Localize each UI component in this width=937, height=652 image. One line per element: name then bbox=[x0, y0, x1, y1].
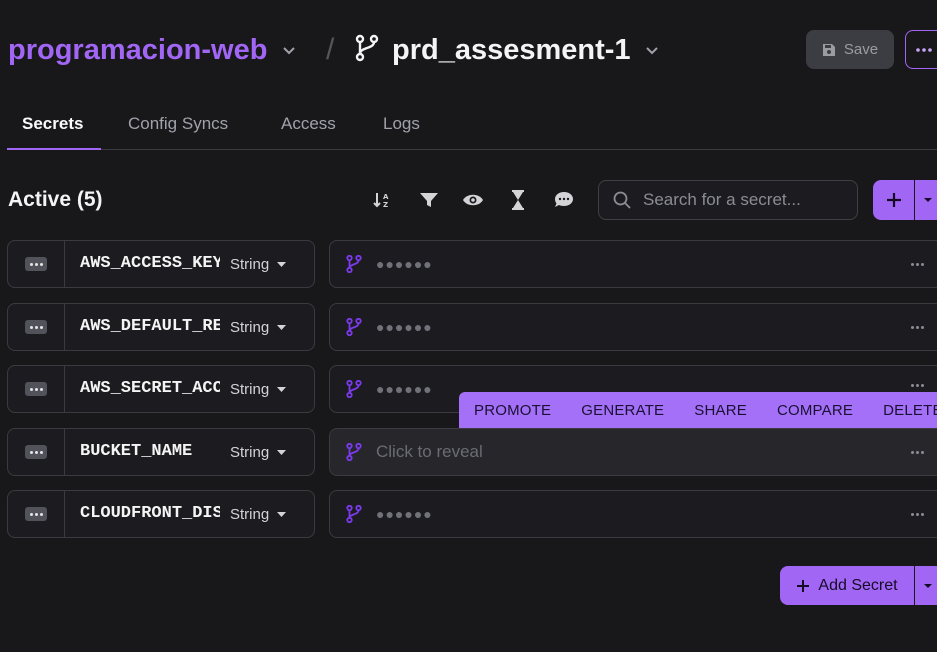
caret-down-icon bbox=[277, 512, 287, 517]
share-button[interactable]: SHARE bbox=[679, 402, 762, 419]
ellipsis-icon bbox=[25, 445, 47, 459]
project-selector[interactable]: programacion-web bbox=[8, 30, 296, 70]
eye-icon[interactable] bbox=[461, 188, 485, 212]
type-selector[interactable]: String bbox=[230, 381, 287, 398]
type-selector[interactable]: String bbox=[230, 256, 287, 273]
secret-key-row: AWS_DEFAULT_REGION String bbox=[7, 303, 315, 351]
secret-action-bar: PROMOTE GENERATE SHARE COMPARE DELETE bbox=[459, 392, 937, 428]
ellipsis-icon[interactable] bbox=[911, 451, 924, 454]
secret-key-row: BUCKET_NAME String bbox=[7, 428, 315, 476]
secret-key-name[interactable]: AWS_SECRET_ACCESS_KEY bbox=[80, 379, 220, 399]
click-to-reveal[interactable]: Click to reveal bbox=[376, 442, 483, 462]
sort-icon[interactable]: AZ bbox=[370, 188, 394, 212]
row-menu-button[interactable] bbox=[8, 491, 65, 537]
hourglass-icon[interactable] bbox=[506, 188, 530, 212]
secret-key-name[interactable]: AWS_DEFAULT_REGION bbox=[80, 317, 220, 337]
svg-text:Z: Z bbox=[383, 201, 388, 209]
delete-button[interactable]: DELETE bbox=[868, 402, 937, 419]
git-branch-icon bbox=[346, 255, 362, 273]
caret-down-icon bbox=[277, 325, 287, 330]
masked-value: ●●●●●● bbox=[376, 381, 433, 397]
secret-value-field[interactable]: ●●●●●● bbox=[329, 490, 937, 538]
git-branch-icon bbox=[346, 505, 362, 523]
caret-down-icon bbox=[924, 583, 932, 588]
git-branch-icon bbox=[355, 34, 379, 62]
caret-down-icon bbox=[277, 387, 287, 392]
ellipsis-icon bbox=[25, 257, 47, 271]
type-label: String bbox=[230, 506, 270, 523]
save-label: Save bbox=[843, 41, 879, 58]
masked-value: ●●●●●● bbox=[376, 506, 433, 522]
secret-key-name[interactable]: AWS_ACCESS_KEY_ID bbox=[80, 254, 220, 274]
search-input[interactable] bbox=[641, 189, 845, 211]
project-name: programacion-web bbox=[8, 34, 268, 66]
tab-access[interactable]: Access bbox=[281, 112, 336, 136]
filter-icon[interactable] bbox=[417, 188, 441, 212]
git-branch-icon bbox=[346, 443, 362, 461]
secret-value-field[interactable]: ●●●●●● bbox=[329, 303, 937, 351]
type-label: String bbox=[230, 381, 270, 398]
secret-key-row: AWS_SECRET_ACCESS_KEY String bbox=[7, 365, 315, 413]
type-selector[interactable]: String bbox=[230, 444, 287, 461]
secret-value-field[interactable]: ●●●●●● bbox=[329, 240, 937, 288]
search-icon bbox=[613, 191, 631, 209]
floppy-disk-icon bbox=[822, 43, 835, 56]
branch-name: prd_assesment-1 bbox=[392, 34, 631, 66]
secret-key-name[interactable]: CLOUDFRONT_DISTRIBUTION_ID bbox=[80, 504, 220, 524]
breadcrumb-separator: / bbox=[326, 33, 335, 66]
add-secret-button[interactable]: Add Secret bbox=[780, 566, 914, 605]
git-branch-icon bbox=[346, 318, 362, 336]
row-menu-button[interactable] bbox=[8, 241, 65, 287]
search-field[interactable] bbox=[598, 180, 858, 220]
active-tab-indicator bbox=[7, 148, 101, 150]
row-menu-button[interactable] bbox=[8, 304, 65, 350]
ellipsis-icon[interactable] bbox=[911, 326, 924, 329]
branch-selector[interactable]: prd_assesment-1 bbox=[392, 30, 659, 70]
type-selector[interactable]: String bbox=[230, 319, 287, 336]
tab-config-syncs[interactable]: Config Syncs bbox=[128, 112, 228, 136]
ellipsis-icon bbox=[916, 47, 932, 52]
add-options-dropdown[interactable] bbox=[915, 180, 937, 220]
type-label: String bbox=[230, 319, 270, 336]
chevron-down-icon bbox=[282, 47, 295, 55]
compare-button[interactable]: COMPARE bbox=[762, 402, 868, 419]
masked-value: ●●●●●● bbox=[376, 319, 433, 335]
section-title: Active (5) bbox=[8, 188, 103, 211]
promote-button[interactable]: PROMOTE bbox=[459, 402, 566, 419]
secret-value-field[interactable]: Click to reveal bbox=[329, 428, 937, 476]
caret-down-icon bbox=[277, 450, 287, 455]
add-secret-dropdown[interactable] bbox=[915, 566, 937, 605]
type-label: String bbox=[230, 256, 270, 273]
tab-logs[interactable]: Logs bbox=[383, 112, 420, 136]
more-options-button[interactable] bbox=[905, 30, 937, 69]
save-button[interactable]: Save bbox=[806, 30, 894, 69]
plus-icon bbox=[797, 579, 810, 592]
tabs-divider bbox=[7, 149, 937, 150]
tab-secrets[interactable]: Secrets bbox=[22, 112, 83, 136]
type-selector[interactable]: String bbox=[230, 506, 287, 523]
secret-key-name[interactable]: BUCKET_NAME bbox=[80, 442, 220, 462]
svg-text:A: A bbox=[383, 193, 389, 201]
comment-icon[interactable] bbox=[552, 188, 576, 212]
generate-button[interactable]: GENERATE bbox=[566, 402, 679, 419]
row-menu-button[interactable] bbox=[8, 429, 65, 475]
secret-key-row: AWS_ACCESS_KEY_ID String bbox=[7, 240, 315, 288]
ellipsis-icon[interactable] bbox=[911, 263, 924, 266]
type-label: String bbox=[230, 444, 270, 461]
chevron-down-icon bbox=[645, 47, 658, 55]
git-branch-icon bbox=[346, 380, 362, 398]
ellipsis-icon[interactable] bbox=[911, 384, 924, 387]
ellipsis-icon bbox=[25, 320, 47, 334]
row-menu-button[interactable] bbox=[8, 366, 65, 412]
ellipsis-icon bbox=[25, 382, 47, 396]
caret-down-icon bbox=[924, 198, 932, 202]
ellipsis-icon[interactable] bbox=[911, 513, 924, 516]
plus-icon bbox=[886, 193, 901, 207]
ellipsis-icon bbox=[25, 507, 47, 521]
masked-value: ●●●●●● bbox=[376, 256, 433, 272]
add-secret-label: Add Secret bbox=[818, 576, 898, 594]
caret-down-icon bbox=[277, 262, 287, 267]
secret-key-row: CLOUDFRONT_DISTRIBUTION_ID String bbox=[7, 490, 315, 538]
add-button[interactable] bbox=[873, 180, 914, 220]
